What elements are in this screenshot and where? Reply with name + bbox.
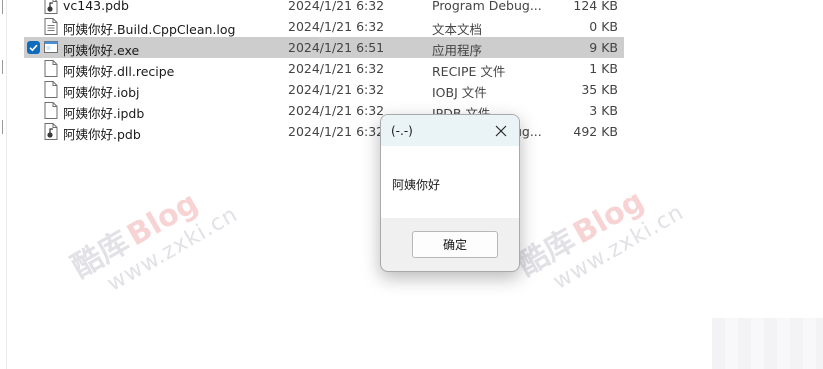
blank-file-icon	[44, 81, 58, 98]
watermark-url: www.zxki.cn	[103, 201, 243, 297]
file-row[interactable]: 阿姨你好.ipdb 2024/1/21 6:32 IPDB 文件 3 KB	[24, 100, 624, 121]
file-size: 9 KB	[589, 40, 618, 55]
file-row[interactable]: 阿姨你好.dll.recipe 2024/1/21 6:32 RECIPE 文件…	[24, 58, 624, 79]
file-size: 1 KB	[589, 61, 618, 76]
watermark-blog: Blog	[567, 183, 651, 252]
file-name: 阿姨你好.iobj	[63, 85, 140, 100]
close-icon[interactable]	[488, 119, 514, 143]
dialog-message: 阿姨你好	[392, 178, 441, 192]
file-type: 应用程序	[432, 43, 483, 58]
file-row[interactable]: 阿姨你好.iobj 2024/1/21 6:32 IOBJ 文件 35 KB	[24, 79, 624, 100]
blurred-corner-region	[712, 318, 823, 369]
file-row-selected[interactable]: 阿姨你好.exe 2024/1/21 6:51 应用程序 9 KB	[24, 37, 624, 58]
file-name: vc143.pdb	[63, 0, 129, 13]
ok-button[interactable]: 确定	[412, 231, 498, 258]
selection-checkbox[interactable]	[27, 41, 40, 54]
watermark-brand: 酷库	[66, 224, 136, 286]
watermark-brand: 酷库	[512, 222, 582, 284]
edge-mark	[2, 0, 3, 14]
file-row[interactable]: 阿姨你好.pdb 2024/1/21 6:32 Program Debug...…	[24, 121, 624, 142]
file-name: 阿姨你好.pdb	[63, 127, 141, 142]
checkmark-icon	[29, 44, 38, 52]
blank-file-icon	[44, 60, 58, 77]
file-size: 35 KB	[581, 82, 618, 97]
file-date: 2024/1/21 6:32	[288, 19, 385, 34]
file-list: vc143.pdb 2024/1/21 6:32 Program Debug..…	[24, 0, 624, 142]
message-box-dialog: (-.-) 阿姨你好 确定	[380, 114, 520, 272]
file-type: RECIPE 文件	[432, 64, 506, 79]
dialog-title: (-.-)	[391, 124, 413, 138]
file-name: 阿姨你好.Build.CppClean.log	[63, 22, 236, 37]
file-name: 阿姨你好.exe	[63, 43, 140, 58]
dialog-content: 阿姨你好	[381, 146, 519, 218]
file-size: 0 KB	[589, 19, 618, 34]
file-date: 2024/1/21 6:32	[288, 82, 385, 97]
file-size: 3 KB	[589, 103, 618, 118]
pdb-file-icon	[44, 0, 58, 14]
file-date: 2024/1/21 6:32	[288, 61, 385, 76]
file-size: 124 KB	[573, 0, 618, 13]
file-date: 2024/1/21 6:51	[288, 40, 385, 55]
pdb-file-icon	[44, 123, 58, 140]
watermark-blog: Blog	[121, 185, 205, 254]
file-row[interactable]: vc143.pdb 2024/1/21 6:32 Program Debug..…	[24, 0, 624, 16]
edge-mark	[2, 120, 3, 134]
file-name: 阿姨你好.dll.recipe	[63, 64, 175, 79]
file-size: 492 KB	[573, 124, 618, 139]
file-type: IOBJ 文件	[432, 85, 487, 100]
file-type: 文本文档	[432, 22, 483, 37]
watermark: 酷库 Blog www.zxki.cn	[508, 162, 688, 306]
file-row[interactable]: 阿姨你好.Build.CppClean.log 2024/1/21 6:32 文…	[24, 16, 624, 37]
file-date: 2024/1/21 6:32	[288, 0, 385, 13]
file-type: Program Debug...	[432, 0, 542, 13]
text-file-icon	[44, 18, 58, 35]
exe-file-icon	[44, 41, 58, 53]
edge-mark	[2, 60, 3, 74]
watermark-url: www.zxki.cn	[549, 199, 689, 295]
file-name: 阿姨你好.ipdb	[63, 106, 145, 121]
dialog-titlebar[interactable]: (-.-)	[381, 115, 519, 146]
blank-file-icon	[44, 102, 58, 119]
watermark: 酷库 Blog www.zxki.cn	[62, 164, 242, 308]
file-date: 2024/1/21 6:32	[288, 124, 385, 139]
file-date: 2024/1/21 6:32	[288, 103, 385, 118]
window-left-edge	[0, 0, 7, 369]
